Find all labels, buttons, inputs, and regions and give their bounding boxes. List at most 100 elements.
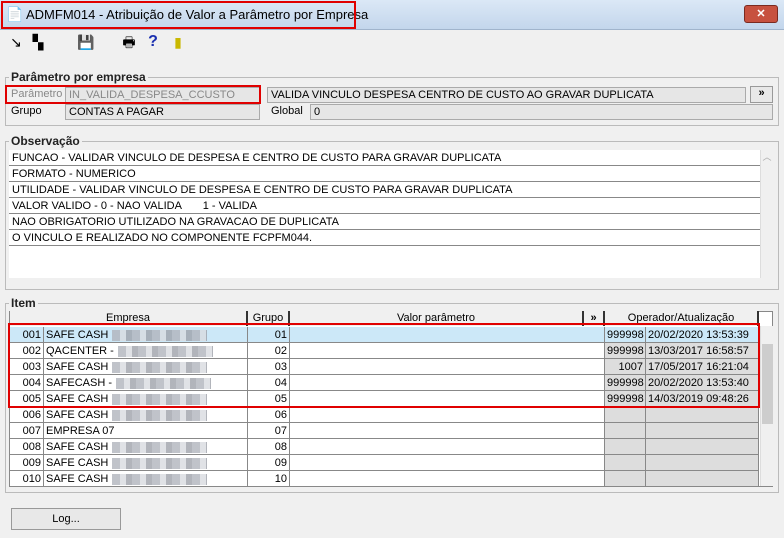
title-bar: 📄 ADMFM014 - Atribuição de Valor a Parâm…	[0, 0, 784, 30]
operador-text: 1007	[618, 361, 643, 373]
header-operador[interactable]: Operador/Atualização	[605, 311, 759, 326]
redacted-name	[112, 409, 208, 421]
cell-num: 009	[10, 455, 44, 471]
cell-valor[interactable]	[290, 455, 605, 471]
data-text: 13/03/2017 16:58:57	[648, 345, 749, 357]
cell-valor[interactable]	[290, 375, 605, 391]
obs-legend: Observação	[11, 134, 80, 148]
items-scrollbar[interactable]	[760, 326, 773, 486]
close-button[interactable]: ✕	[744, 5, 778, 23]
obs-line: VALOR VALIDO - 0 - NAO VALIDA 1 - VALIDA	[9, 198, 760, 214]
cell-operador: 999998	[605, 391, 646, 407]
cell-operador: 999998	[605, 327, 646, 343]
num-text: 001	[22, 329, 41, 341]
obs-line: UTILIDADE - VALIDAR VINCULO DE DESPESA E…	[9, 182, 760, 198]
save-icon[interactable]: 💾	[77, 34, 94, 50]
num-text: 007	[22, 425, 41, 437]
cell-empresa: EMPRESA 07	[44, 423, 248, 439]
empresa-text: QACENTER -	[46, 345, 114, 357]
empresa-text: SAFE CASH	[46, 409, 109, 421]
log-button[interactable]: Log...	[11, 508, 121, 530]
cell-data	[646, 423, 759, 439]
num-text: 009	[22, 457, 41, 469]
group-field: CONTAS A PAGAR	[65, 104, 260, 120]
cell-empresa: SAFE CASH	[44, 391, 248, 407]
operador-text: 999998	[607, 377, 644, 389]
cell-num: 004	[10, 375, 44, 391]
cell-data: 20/02/2020 13:53:39	[646, 327, 759, 343]
description-field: VALIDA VINCULO DESPESA CENTRO DE CUSTO A…	[267, 87, 746, 103]
grupo-text: 02	[274, 345, 287, 357]
cell-empresa: QACENTER -	[44, 343, 248, 359]
redacted-name	[112, 441, 208, 453]
grupo-text: 05	[274, 393, 287, 405]
cell-num: 002	[10, 343, 44, 359]
cell-data: 13/03/2017 16:58:57	[646, 343, 759, 359]
num-text: 005	[22, 393, 41, 405]
empresa-text: SAFE CASH	[46, 329, 109, 341]
windows-icon[interactable]: ▚	[30, 34, 46, 50]
obs-line: NAO OBRIGATORIO UTILIZADO NA GRAVACAO DE…	[9, 214, 760, 230]
cell-empresa: SAFE CASH	[44, 455, 248, 471]
cell-valor[interactable]	[290, 327, 605, 343]
cell-grupo: 08	[248, 439, 290, 455]
param-field[interactable]: IN_VALIDA_DESPESA_CCUSTO	[65, 87, 260, 103]
cell-valor[interactable]	[290, 423, 605, 439]
cell-grupo: 05	[248, 391, 290, 407]
redacted-name	[112, 473, 208, 485]
scroll-thumb[interactable]	[762, 344, 773, 424]
grupo-text: 01	[274, 329, 287, 341]
num-text: 004	[22, 377, 41, 389]
cell-valor[interactable]	[290, 471, 605, 487]
print-icon[interactable]: 🖶	[121, 34, 137, 50]
cell-valor[interactable]	[290, 407, 605, 423]
num-text: 003	[22, 361, 41, 373]
cell-empresa: SAFE CASH	[44, 471, 248, 487]
cell-valor[interactable]	[290, 343, 605, 359]
cell-data	[646, 407, 759, 423]
cell-valor[interactable]	[290, 359, 605, 375]
cell-operador: 1007	[605, 359, 646, 375]
redacted-name	[112, 457, 208, 469]
cell-operador: 999998	[605, 343, 646, 359]
group-label: Grupo	[11, 105, 42, 117]
redacted-name	[117, 345, 213, 357]
cell-empresa: SAFE CASH	[44, 359, 248, 375]
global-label: Global	[271, 105, 303, 117]
empresa-text: SAFECASH -	[46, 377, 113, 389]
document-icon: 📄	[6, 6, 24, 22]
obs-line: FUNCAO - VALIDAR VINCULO DE DESPESA E CE…	[9, 150, 760, 166]
header-grupo[interactable]: Grupo	[248, 311, 290, 326]
cell-grupo: 09	[248, 455, 290, 471]
more-button[interactable]: »	[750, 86, 773, 103]
cell-operador	[605, 455, 646, 471]
help-icon[interactable]: ?	[145, 34, 161, 50]
cell-num: 001	[10, 327, 44, 343]
empresa-text: SAFE CASH	[46, 473, 109, 485]
num-text: 008	[22, 441, 41, 453]
cell-grupo: 04	[248, 375, 290, 391]
grupo-text: 07	[274, 425, 287, 437]
cell-num: 007	[10, 423, 44, 439]
cell-data: 17/05/2017 16:21:04	[646, 359, 759, 375]
header-valor[interactable]: Valor parâmetro	[290, 311, 584, 326]
data-text: 20/02/2020 13:53:40	[648, 377, 749, 389]
cell-valor[interactable]	[290, 391, 605, 407]
cell-data: 20/02/2020 13:53:40	[646, 375, 759, 391]
cell-grupo: 06	[248, 407, 290, 423]
cell-empresa: SAFE CASH	[44, 407, 248, 423]
cell-data	[646, 455, 759, 471]
redacted-name	[116, 377, 212, 389]
arrow-icon[interactable]: ↘	[8, 34, 24, 50]
header-more-button[interactable]: »	[584, 311, 605, 326]
exit-door-icon[interactable]: ▮	[170, 34, 186, 50]
grupo-text: 09	[274, 457, 287, 469]
obs-scrollbar[interactable]: ︿	[760, 150, 773, 278]
cell-data: 14/03/2019 09:48:26	[646, 391, 759, 407]
cell-valor[interactable]	[290, 439, 605, 455]
operador-text: 999998	[607, 345, 644, 357]
empresa-text: EMPRESA 07	[46, 425, 115, 437]
empresa-text: SAFE CASH	[46, 393, 109, 405]
data-text: 20/02/2020 13:53:39	[648, 329, 749, 341]
header-empresa[interactable]: Empresa	[10, 311, 248, 326]
